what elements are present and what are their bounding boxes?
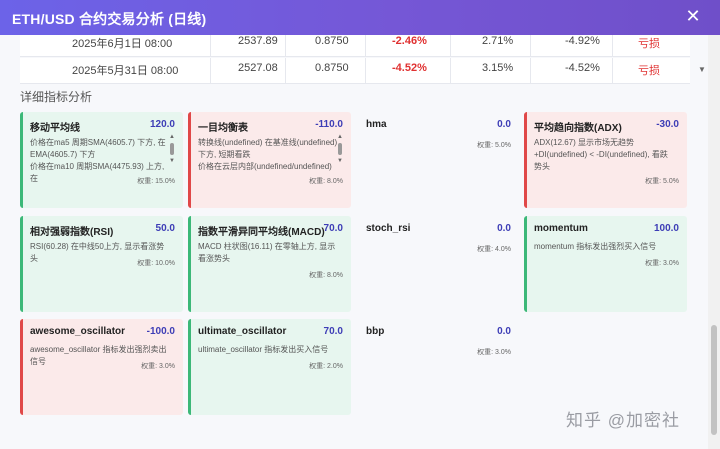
row-value-1: 2.71% <box>482 35 514 47</box>
table-row: 2025年5月31日 08:00 2527.08 0.8750 -4.52% 3… <box>20 58 690 84</box>
table-row: 2025年6月1日 08:00 2537.89 0.8750 -2.46% 2.… <box>20 35 690 57</box>
row-signal: 0.8750 <box>315 35 349 47</box>
indicator-name: 相对强弱指数(RSI) <box>30 227 114 238</box>
indicator-card: 一目均衡表 -110.0 转换线(undefined) 在基准线(undefin… <box>188 112 351 208</box>
indicator-weight: 权重: 4.0% <box>477 246 511 253</box>
indicator-name: 移动平均线 <box>30 123 80 134</box>
indicator-weight: 权重: 5.0% <box>645 178 679 185</box>
indicator-score: 0.0 <box>497 223 511 234</box>
row-value-1: 3.15% <box>482 62 514 74</box>
description-line: momentum 指标发出强烈买入信号 <box>534 242 657 251</box>
card-scrollbar[interactable]: ▲ ▼ <box>336 134 344 164</box>
row-price: 2527.08 <box>238 62 278 74</box>
indicator-weight: 权重: 2.0% <box>309 363 343 370</box>
description-line: ultimate_oscillator 指标发出买入信号 <box>198 345 329 354</box>
row-result-tag: 亏损 <box>638 65 660 77</box>
indicator-score: -110.0 <box>315 119 343 130</box>
indicator-description: 转换线(undefined) 在基准线(undefined) 下方, 短期看跌 … <box>198 137 338 173</box>
scrollbar-thumb[interactable] <box>711 325 717 435</box>
main-content: 2025年6月1日 08:00 2537.89 0.8750 -2.46% 2.… <box>0 35 708 449</box>
description-line: 价格在云层内部(undefined/undefined) <box>198 162 332 171</box>
indicator-score: 50.0 <box>155 223 175 234</box>
indicator-name: stoch_rsi <box>366 223 411 234</box>
indicator-card: 指数平滑异同平均线(MACD) 70.0 MACD 柱状图(16.11) 在零轴… <box>188 216 351 312</box>
description-line: 转换线(undefined) 在基准线(undefined) 下方, 短期看跌 <box>198 138 338 159</box>
indicator-card: stoch_rsi 0.0 权重: 4.0% <box>356 216 519 312</box>
indicator-score: 0.0 <box>497 119 511 130</box>
indicator-weight: 权重: 3.0% <box>477 349 511 356</box>
section-title: 详细指标分析 <box>20 90 93 104</box>
indicator-score: -100.0 <box>146 326 175 337</box>
indicator-weight: 权重: 15.0% <box>137 178 175 185</box>
row-value-2: -4.92% <box>565 35 600 47</box>
indicator-description: momentum 指标发出强烈买入信号 <box>534 241 674 253</box>
window-title: ETH/USD 合约交易分析 (日线) <box>12 11 207 27</box>
indicator-score: 0.0 <box>497 326 511 337</box>
indicator-description: ADX(12.67) 显示市场无趋势 +DI(undefined) < -DI(… <box>534 137 674 173</box>
indicator-card: momentum 100.0 momentum 指标发出强烈买入信号 权重: 3… <box>524 216 687 312</box>
indicator-score: 100.0 <box>653 223 679 234</box>
close-icon[interactable]: ✕ <box>684 6 702 26</box>
indicator-card: 平均趋向指数(ADX) -30.0 ADX(12.67) 显示市场无趋势 +DI… <box>524 112 687 208</box>
indicator-card: hma 0.0 权重: 5.0% <box>356 112 519 208</box>
indicator-name: awesome_oscillator <box>30 326 126 337</box>
page-scrollbar[interactable] <box>708 35 720 449</box>
indicator-card: 相对强弱指数(RSI) 50.0 RSI(60.28) 在中线50上方, 显示看… <box>20 216 183 312</box>
watermark-text: 知乎 @加密社 <box>566 411 680 430</box>
description-line: ADX(12.67) 显示市场无趋势 <box>534 138 635 147</box>
indicator-name: 指数平滑异同平均线(MACD) <box>198 227 325 238</box>
indicator-name: ultimate_oscillator <box>198 326 287 337</box>
indicator-description: ultimate_oscillator 指标发出买入信号 <box>198 344 338 356</box>
indicator-weight: 权重: 8.0% <box>309 178 343 185</box>
indicator-card: bbp 0.0 权重: 3.0% <box>356 319 519 415</box>
row-date: 2025年6月1日 08:00 <box>72 38 173 50</box>
table-scroll-down-icon[interactable]: ▼ <box>698 65 706 74</box>
indicator-card: awesome_oscillator -100.0 awesome_oscill… <box>20 319 183 415</box>
row-result-tag: 亏损 <box>638 38 660 50</box>
indicator-name: 一目均衡表 <box>198 123 248 134</box>
row-value-2: -4.52% <box>565 62 600 74</box>
indicator-name: 平均趋向指数(ADX) <box>534 123 622 134</box>
indicator-card: 移动平均线 120.0 价格在ma5 周期SMA(4605.7) 下方, 在EM… <box>20 112 183 208</box>
indicator-name: momentum <box>534 223 588 234</box>
window-titlebar: ETH/USD 合约交易分析 (日线) ✕ <box>0 0 720 35</box>
indicator-score: 120.0 <box>149 119 175 130</box>
indicator-weight: 权重: 3.0% <box>141 363 175 370</box>
indicator-name: hma <box>366 119 387 130</box>
description-line: MACD 柱状图(16.11) 在零轴上方, 显示看涨势头 <box>198 242 336 263</box>
row-change: -2.46% <box>392 35 427 47</box>
row-change: -4.52% <box>392 62 427 74</box>
indicator-weight: 权重: 8.0% <box>309 272 343 279</box>
indicator-description: MACD 柱状图(16.11) 在零轴上方, 显示看涨势头 <box>198 241 338 265</box>
indicator-score: 70.0 <box>323 223 343 234</box>
row-signal: 0.8750 <box>315 62 349 74</box>
row-date: 2025年5月31日 08:00 <box>72 65 179 77</box>
indicator-weight: 权重: 5.0% <box>477 142 511 149</box>
description-line: 价格在ma5 周期SMA(4605.7) 下方, 在EMA(4605.7) 下方 <box>30 138 166 159</box>
indicator-weight: 权重: 10.0% <box>137 260 175 267</box>
indicator-score: -30.0 <box>656 119 679 130</box>
indicator-card: ultimate_oscillator 70.0 ultimate_oscill… <box>188 319 351 415</box>
card-scrollbar[interactable]: ▲ ▼ <box>168 134 176 164</box>
indicator-name: bbp <box>366 326 385 337</box>
row-price: 2537.89 <box>238 35 278 47</box>
indicator-score: 70.0 <box>323 326 343 337</box>
description-line: +DI(undefined) < -DI(undefined), 看跌势头 <box>534 150 668 171</box>
indicator-weight: 权重: 3.0% <box>645 260 679 267</box>
